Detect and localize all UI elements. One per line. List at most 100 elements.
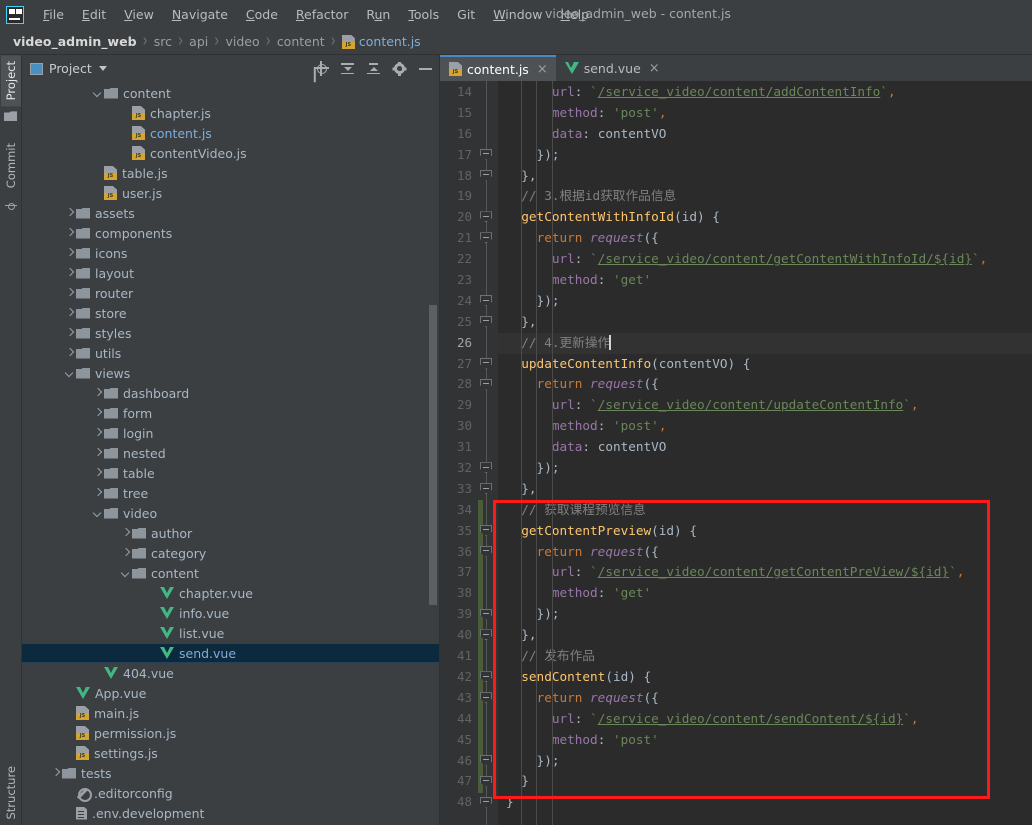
chevron-right-icon[interactable] [64,329,76,338]
fold-collapse-icon[interactable] [480,671,492,682]
fold-collapse-icon[interactable] [480,358,492,369]
code-line[interactable]: method: 'get' [498,583,1032,604]
editor-tab-content-js[interactable]: content.js × [440,55,556,81]
code-line[interactable]: }); [498,291,1032,312]
tree-item[interactable]: .editorconfig [22,783,439,803]
menu-item-view[interactable]: View [115,4,163,25]
chevron-right-icon[interactable] [120,529,132,538]
menu-item-window[interactable]: Window [484,4,551,25]
tree-item[interactable]: tree [22,483,439,503]
chevron-right-icon[interactable] [92,409,104,418]
tree-item[interactable]: assets [22,203,439,223]
tree-item[interactable]: settings.js [22,743,439,763]
code-line[interactable]: }, [498,625,1032,646]
code-line[interactable]: data: contentVO [498,437,1032,458]
code-line[interactable]: } [498,771,1032,792]
breadcrumb-item-src[interactable]: src [154,34,172,49]
tree-item[interactable]: App.vue [22,683,439,703]
code-line[interactable]: url: `/service_video/content/updateConte… [498,395,1032,416]
chevron-down-icon[interactable] [98,66,107,71]
chevron-right-icon[interactable] [64,289,76,298]
chevron-right-icon[interactable] [64,209,76,218]
chevron-down-icon[interactable] [120,569,132,578]
tree-item[interactable]: 404.vue [22,663,439,683]
hide-panel-icon[interactable] [418,61,433,76]
tree-item[interactable]: styles [22,323,439,343]
menu-item-tools[interactable]: Tools [399,4,448,25]
chevron-right-icon[interactable] [92,389,104,398]
code-line[interactable]: url: `/service_video/content/addContentI… [498,82,1032,103]
code-line[interactable]: method: 'post', [498,416,1032,437]
code-line[interactable]: } [498,792,1032,813]
tree-item[interactable]: author [22,523,439,543]
tree-item[interactable]: layout [22,263,439,283]
code-line[interactable]: }, [498,166,1032,187]
chevron-down-icon[interactable] [92,509,104,518]
tree-item[interactable]: info.vue [22,603,439,623]
tree-item[interactable]: .env.development [22,803,439,823]
tree-item[interactable]: permission.js [22,723,439,743]
code-line[interactable]: }); [498,458,1032,479]
menu-item-run[interactable]: Run [357,4,399,25]
expand-all-icon[interactable] [340,61,355,76]
code-content[interactable]: url: `/service_video/content/addContentI… [498,81,1032,825]
tree-item[interactable]: chapter.vue [22,583,439,603]
tree-item[interactable]: router [22,283,439,303]
chevron-right-icon[interactable] [92,449,104,458]
tree-item[interactable]: category [22,543,439,563]
code-line[interactable]: return request({ [498,374,1032,395]
tree-item[interactable]: main.js [22,703,439,723]
tree-item[interactable]: utils [22,343,439,363]
code-line[interactable]: return request({ [498,688,1032,709]
breadcrumb-item-content[interactable]: content [277,34,325,49]
code-line[interactable]: method: 'post', [498,103,1032,124]
code-line[interactable]: getContentWithInfoId(id) { [498,207,1032,228]
tree-item[interactable]: contentVideo.js [22,143,439,163]
tree-item-selected[interactable]: send.vue [22,643,439,663]
fold-collapse-icon[interactable] [480,295,492,306]
fold-collapse-icon[interactable] [480,170,492,181]
fold-collapse-icon[interactable] [480,755,492,766]
chevron-right-icon[interactable] [64,349,76,358]
fold-collapse-icon[interactable] [480,525,492,536]
tool-window-tab-commit[interactable]: Commit [1,137,21,194]
tool-window-tab-structure[interactable]: Structure [4,766,18,820]
tool-window-tab-project[interactable]: Project [0,55,21,107]
project-file-tree[interactable]: content chapter.js content.js contentVideo.… [22,82,439,825]
editor-gutter[interactable]: 14 15 16 17 18 19 20 21 22 23 24 25 26 27 28 29 30 31 32 33… [440,81,498,825]
code-line[interactable]: // 发布作品 [498,646,1032,667]
chevron-right-icon[interactable] [64,229,76,238]
code-line[interactable]: return request({ [498,542,1032,563]
code-line[interactable]: sendContent(id) { [498,667,1032,688]
chevron-right-icon[interactable] [64,269,76,278]
code-line[interactable]: data: contentVO [498,124,1032,145]
select-opened-file-icon[interactable] [314,61,329,76]
code-line[interactable]: getContentPreview(id) { [498,521,1032,542]
tree-item[interactable]: components [22,223,439,243]
fold-collapse-icon[interactable] [480,776,492,787]
tree-item[interactable]: nested [22,443,439,463]
fold-collapse-icon[interactable] [480,609,492,620]
tree-item[interactable]: list.vue [22,623,439,643]
code-line[interactable]: // 3.根据id获取作品信息 [498,186,1032,207]
breadcrumb-item-api[interactable]: api [189,34,208,49]
tree-item[interactable]: icons [22,243,439,263]
chevron-right-icon[interactable] [50,769,62,778]
code-line[interactable]: method: 'post' [498,730,1032,751]
chevron-right-icon[interactable] [92,429,104,438]
code-line[interactable]: }); [498,604,1032,625]
fold-collapse-icon[interactable] [480,379,492,390]
fold-collapse-icon[interactable] [480,692,492,703]
chevron-right-icon[interactable] [120,549,132,558]
fold-collapse-icon[interactable] [480,149,492,160]
project-panel-scrollbar[interactable] [429,305,437,605]
fold-collapse-icon[interactable] [480,546,492,557]
tree-item[interactable]: store [22,303,439,323]
close-tab-icon[interactable]: × [649,62,660,75]
tree-item[interactable]: login [22,423,439,443]
breadcrumb-item-video_admin_web[interactable]: video_admin_web [13,34,137,49]
chevron-down-icon[interactable] [92,89,104,98]
tree-item[interactable]: table.js [22,163,439,183]
vcs-change-marker[interactable] [478,500,483,793]
menu-item-refactor[interactable]: Refactor [287,4,357,25]
